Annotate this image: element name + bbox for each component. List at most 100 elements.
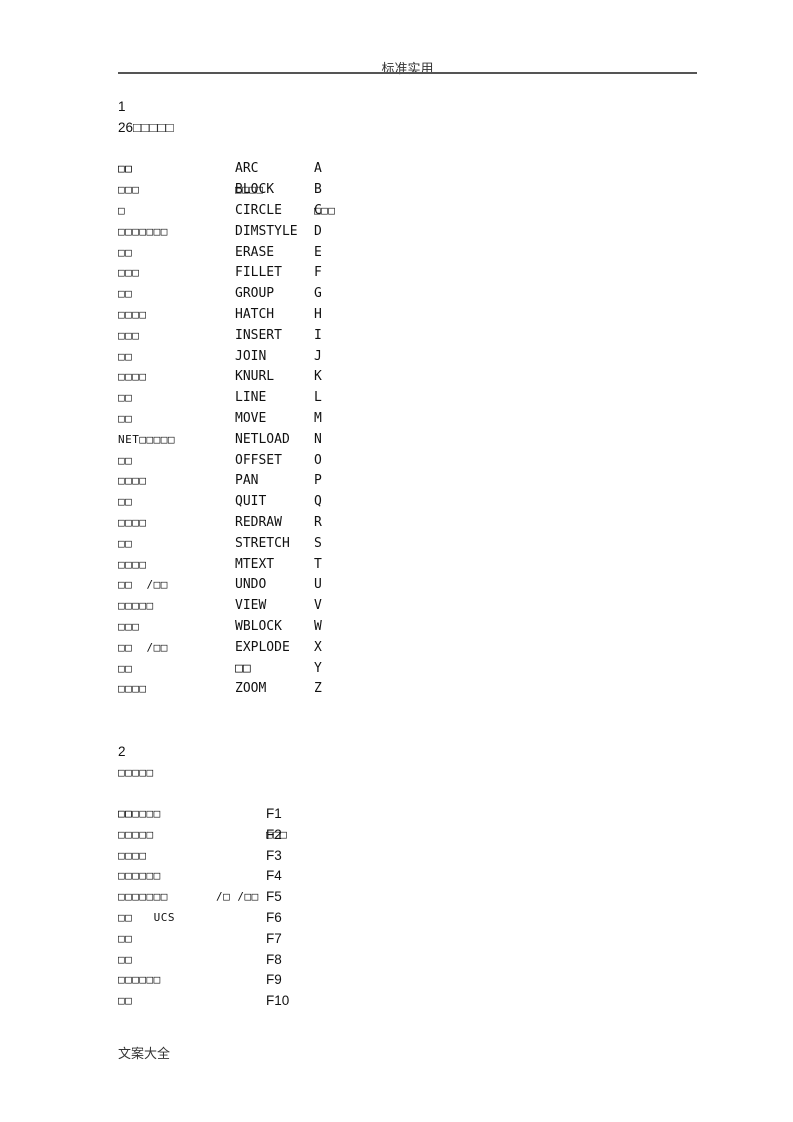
shortcut-key: C bbox=[314, 202, 322, 218]
section-1-heading: 26□□□□□ bbox=[118, 119, 174, 135]
command-description: □□ bbox=[118, 391, 133, 405]
command-description: □□ bbox=[118, 536, 133, 550]
shortcut-row: □□ ERASE E bbox=[118, 243, 697, 264]
command-name: CIRCLE bbox=[235, 202, 282, 218]
command-description: □□ /□□ bbox=[118, 578, 168, 592]
section-2-table: □□□□□□ F1 □□□□□ F2 □□□□ F3 □□□□□□ F4 □□□□□□□/□ /… bbox=[118, 804, 697, 1012]
function-key-row: □□□□□□ F9 bbox=[118, 970, 697, 991]
command-description: □□□ bbox=[118, 266, 140, 280]
shortcut-row: □□□□□ VIEW V bbox=[118, 596, 697, 617]
header-rule bbox=[118, 72, 697, 74]
command-name: BLOCK bbox=[235, 182, 275, 198]
function-key: F8 bbox=[266, 951, 282, 967]
shortcut-row: □□ QUIT Q bbox=[118, 492, 697, 513]
function-description: □□ bbox=[118, 994, 133, 1008]
shortcut-row: □□ □□ Y bbox=[118, 659, 697, 680]
shortcut-key: P bbox=[314, 473, 322, 489]
shortcut-key: Q bbox=[314, 494, 322, 510]
shortcut-row: □□□□ PAN P bbox=[118, 471, 697, 492]
shortcut-row: □□ JOIN J bbox=[118, 347, 697, 368]
shortcut-row: □□□□ ZOOM Z bbox=[118, 679, 697, 700]
function-key: F5 bbox=[266, 889, 282, 905]
command-name: HATCH bbox=[235, 306, 275, 322]
command-description: □□ bbox=[118, 162, 133, 176]
command-name: VIEW bbox=[235, 598, 267, 614]
shortcut-row: □□ /□□ UNDO U bbox=[118, 575, 697, 596]
shortcut-row: □□ GROUP G bbox=[118, 284, 697, 305]
command-description: □□□□ bbox=[118, 370, 147, 384]
shortcut-row: □□□□ REDRAW R bbox=[118, 513, 697, 534]
function-key: F3 bbox=[266, 847, 282, 863]
function-description: □□□□□□□ bbox=[118, 890, 168, 904]
command-name: GROUP bbox=[235, 286, 275, 302]
function-key-row: □□□□□□ F4 bbox=[118, 866, 697, 887]
command-name: UNDO bbox=[235, 577, 267, 593]
shortcut-key: E bbox=[314, 244, 322, 260]
function-description: □□ bbox=[118, 952, 133, 966]
function-note: /□ /□□ bbox=[216, 890, 259, 904]
command-name: ARC bbox=[235, 161, 259, 177]
command-description: NET□□□□□ bbox=[118, 432, 175, 446]
shortcut-key: K bbox=[314, 369, 322, 385]
page-header: 标准实用 bbox=[381, 62, 434, 77]
command-description: □□ bbox=[118, 287, 133, 301]
function-key-row: □□□□□□□ /□ /□□ F5 bbox=[118, 887, 697, 908]
function-key: F1 bbox=[266, 806, 282, 822]
document-body: 1 26□□□□□ □□ □□□□ □□□ □□ ARC A □□□ BLOCK B □ CI… bbox=[118, 97, 697, 1012]
shortcut-key: I bbox=[314, 327, 322, 343]
shortcut-key: T bbox=[314, 556, 322, 572]
function-description: □□□□ bbox=[118, 848, 147, 862]
function-key: F10 bbox=[266, 993, 290, 1009]
command-name: OFFSET bbox=[235, 452, 282, 468]
shortcut-row: □□ STRETCH S bbox=[118, 534, 697, 555]
shortcut-key: L bbox=[314, 390, 322, 406]
shortcut-key: O bbox=[314, 452, 322, 468]
function-description: □□□□□ bbox=[118, 827, 154, 841]
function-key-row: □□□□□ F2 bbox=[118, 825, 697, 846]
function-key: F4 bbox=[266, 868, 282, 884]
shortcut-row: □□ /□□ EXPLODE X bbox=[118, 638, 697, 659]
command-name: PAN bbox=[235, 473, 259, 489]
function-key: F7 bbox=[266, 930, 282, 946]
shortcut-row: □□□ INSERT I bbox=[118, 326, 697, 347]
command-name: NETLOAD bbox=[235, 431, 290, 447]
function-key-row: □□ UCS F6 bbox=[118, 908, 697, 929]
shortcut-row: □□□□ MTEXT T bbox=[118, 555, 697, 576]
shortcut-row: □□ ARC A bbox=[118, 159, 697, 180]
function-description: □□□□□□ bbox=[118, 869, 161, 883]
shortcut-row: NET□□□□□ NETLOAD N bbox=[118, 430, 697, 451]
function-key: F9 bbox=[266, 972, 282, 988]
command-name: LINE bbox=[235, 390, 267, 406]
shortcut-key: A bbox=[314, 161, 322, 177]
shortcut-key: B bbox=[314, 182, 322, 198]
command-name: DIMSTYLE bbox=[235, 223, 298, 239]
shortcut-key: W bbox=[314, 618, 322, 634]
command-description: □□ bbox=[118, 495, 133, 509]
command-description: □□□□ bbox=[118, 307, 147, 321]
command-name: STRETCH bbox=[235, 535, 290, 551]
shortcut-row: □□□ WBLOCK W bbox=[118, 617, 697, 638]
command-name: MOVE bbox=[235, 410, 267, 426]
shortcut-row: □□□□ KNURL K bbox=[118, 367, 697, 388]
command-description: □□□□ bbox=[118, 474, 147, 488]
shortcut-key: Z bbox=[314, 681, 322, 697]
shortcut-key: N bbox=[314, 431, 322, 447]
command-description: □□□□□ bbox=[118, 599, 154, 613]
command-name: ZOOM bbox=[235, 681, 267, 697]
command-description: □□ bbox=[118, 661, 133, 675]
command-description: □ bbox=[118, 203, 126, 217]
command-description: □□ bbox=[118, 245, 133, 259]
page-footer: 文案大全 bbox=[118, 1047, 171, 1062]
function-key: F6 bbox=[266, 910, 282, 926]
command-description: □□ bbox=[118, 411, 133, 425]
shortcut-row: □ CIRCLE C bbox=[118, 201, 697, 222]
shortcut-key: F bbox=[314, 265, 322, 281]
command-name: REDRAW bbox=[235, 514, 282, 530]
shortcut-key: S bbox=[314, 535, 322, 551]
function-description: □□ UCS bbox=[118, 911, 175, 925]
command-name: JOIN bbox=[235, 348, 267, 364]
command-name: KNURL bbox=[235, 369, 275, 385]
shortcut-key: R bbox=[314, 514, 322, 530]
shortcut-row: □□□□ HATCH H bbox=[118, 305, 697, 326]
shortcut-key: J bbox=[314, 348, 322, 364]
